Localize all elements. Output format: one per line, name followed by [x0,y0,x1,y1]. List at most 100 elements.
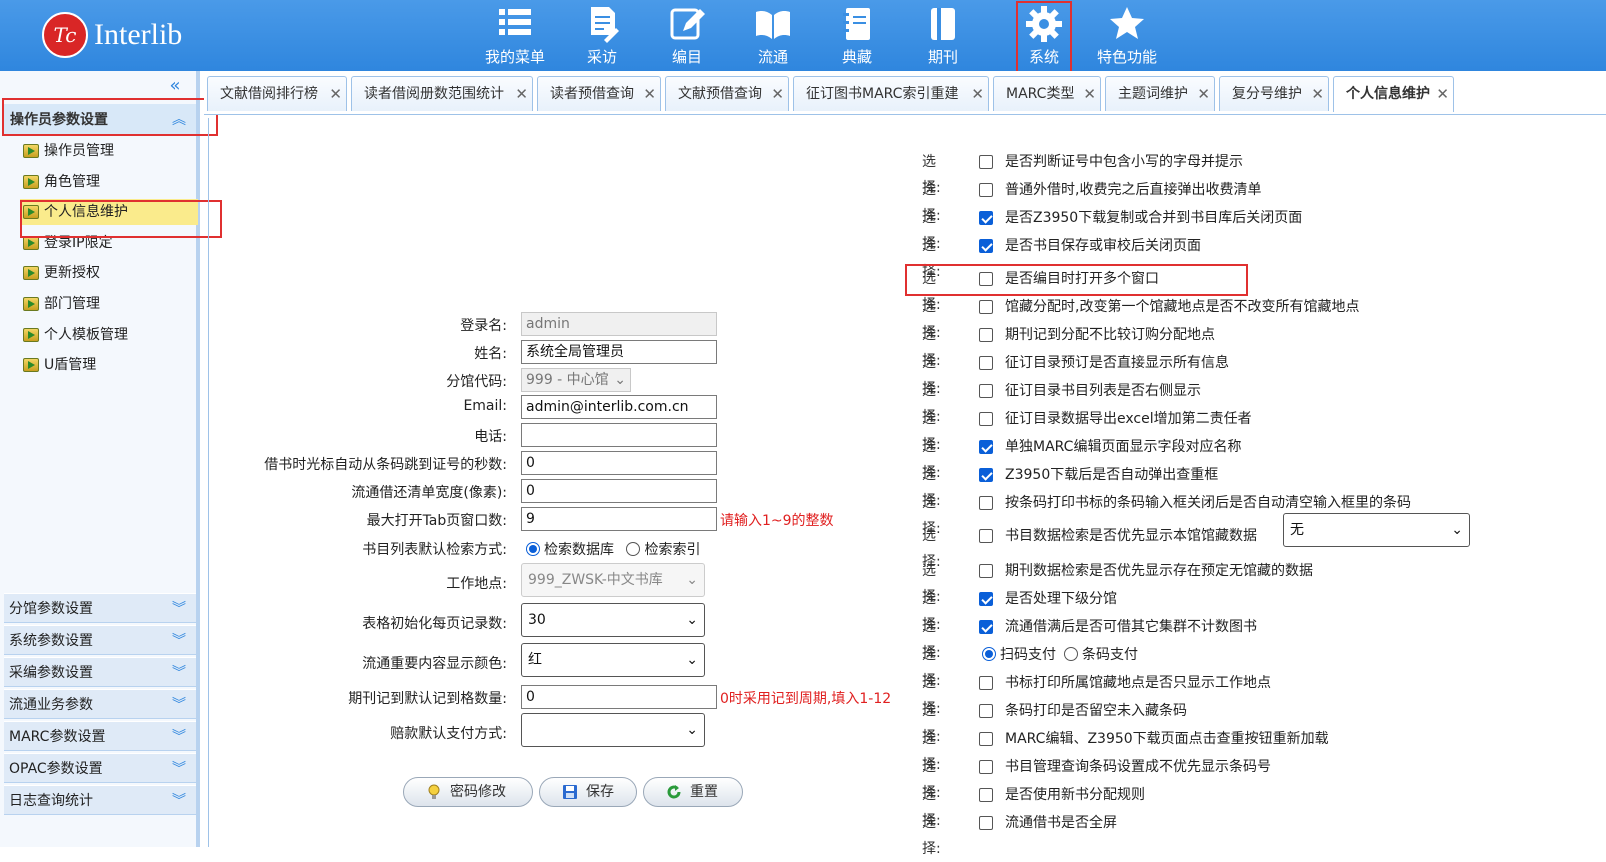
close-icon[interactable]: ✕ [971,77,984,111]
option-checkbox[interactable] [979,704,993,718]
save-button[interactable]: 保存 [539,777,637,807]
option-checkbox[interactable] [979,384,993,398]
chevron-down-icon: ⌄ [686,612,698,628]
nav-system[interactable]: 系统 [1009,2,1079,68]
sidebar-group-opac[interactable]: OPAC参数设置 ︾ [4,753,196,783]
tab-marc-type[interactable]: MARC类型 ✕ [993,76,1101,111]
option-checkbox[interactable] [979,272,993,286]
option-checkbox[interactable] [979,155,993,169]
close-icon[interactable]: ✕ [1083,77,1096,111]
sidebar-item-role-management[interactable]: 角色管理 [20,169,198,195]
sidebar-item-usb-key[interactable]: U盾管理 [20,352,198,378]
option-checkbox[interactable] [979,676,993,690]
option-checkbox[interactable] [979,300,993,314]
highlight-color-select[interactable]: 红 ⌄ [521,643,705,677]
close-icon[interactable]: ✕ [329,77,342,111]
tab-marc-index-rebuild[interactable]: 征订图书MARC索引重建 ✕ [793,76,989,111]
option-checkbox[interactable] [979,592,993,606]
pencil-square-icon [670,8,705,40]
name-field[interactable]: 系统全局管理员 [521,340,717,364]
nav-acquisition[interactable]: 采访 [567,2,637,68]
option-label: 馆藏分配时,改变第一个馆藏地点是否不改变所有馆藏地点 [1005,299,1360,315]
close-icon[interactable]: ✕ [1436,77,1449,111]
close-icon[interactable]: ✕ [515,77,528,111]
option-checkbox[interactable] [979,328,993,342]
email-field[interactable]: admin@interlib.com.cn [521,395,717,419]
sidebar-section-operator-params[interactable]: 操作员参数设置 ︽ [4,104,196,136]
option-checkbox[interactable] [979,496,993,510]
nav-periodicals[interactable]: 期刊 [908,2,978,68]
nav-cataloging[interactable]: 编目 [652,2,722,68]
option-checkbox[interactable] [979,760,993,774]
tab-reader-reserve-query[interactable]: 读者预借查询 ✕ [537,76,661,111]
sidebar-item-update-license[interactable]: 更新授权 [20,260,198,286]
option-checkbox[interactable] [979,732,993,746]
page-size-select[interactable]: 30 ⌄ [521,603,705,637]
payment-method-select[interactable]: ⌄ [521,713,705,747]
option-checkbox[interactable] [979,211,993,225]
phone-field[interactable] [521,423,717,447]
sidebar-item-personal-info[interactable]: 个人信息维护 [20,199,198,225]
option-checkbox[interactable] [979,412,993,426]
folder-arrow-icon [23,328,39,342]
chevron-up-icon: ︽ [172,112,186,128]
sidebar-item-department[interactable]: 部门管理 [20,291,198,317]
nav-collection[interactable]: 典藏 [822,2,892,68]
option-checkbox[interactable] [979,620,993,634]
tab-subdivision-numbers[interactable]: 复分号维护 ✕ [1219,76,1329,111]
floppy-disk-icon [563,785,577,799]
change-password-button[interactable]: 密码修改 [403,777,533,807]
sidebar-group-marc[interactable]: MARC参数设置 ︾ [4,721,196,751]
close-icon[interactable]: ✕ [1311,77,1324,111]
collapse-sidebar-icon[interactable]: « [160,75,190,96]
search-db-radio[interactable] [526,542,540,556]
option-checkbox[interactable] [979,788,993,802]
scan-pay-radio[interactable] [982,647,996,661]
option-checkbox[interactable] [979,239,993,253]
local-holdings-value: 无 [1290,522,1304,538]
close-icon[interactable]: ✕ [771,77,784,111]
sidebar-group-system[interactable]: 系统参数设置 ︾ [4,625,196,655]
list-width-label: 流通借还清单宽度(像素): [351,485,507,501]
option-checkbox[interactable] [979,816,993,830]
tab-borrow-ranking[interactable]: 文献借阅排行榜 ✕ [207,76,347,111]
nav-label: 期刊 [927,48,958,66]
max-tab-field[interactable]: 9 [521,507,717,531]
sidebar-group-circulation[interactable]: 流通业务参数 ︾ [4,689,196,719]
sidebar-group-acq-cat[interactable]: 采编参数设置 ︾ [4,657,196,687]
nav-my-menu[interactable]: 我的菜单 [480,2,550,68]
sidebar-item-login-ip[interactable]: 登录IP限定 [20,230,198,256]
local-holdings-select[interactable]: 无 ⌄ [1283,513,1470,547]
search-index-radio[interactable] [626,542,641,556]
sidebar-item-personal-template[interactable]: 个人模板管理 [20,322,198,348]
branch-label: 分馆代码: [446,374,507,390]
nav-special-features[interactable]: 特色功能 [1092,2,1162,68]
close-icon[interactable]: ✕ [1197,77,1210,111]
close-icon[interactable]: ✕ [643,77,656,111]
sidebar-group-log[interactable]: 日志查询统计 ︾ [4,785,196,815]
login-name-field: admin [521,312,717,336]
nav-circulation[interactable]: 流通 [738,2,808,68]
tab-doc-reserve-query[interactable]: 文献预借查询 ✕ [665,76,789,111]
tab-reader-borrow-stats[interactable]: 读者借阅册数范围统计 ✕ [351,76,533,111]
chevron-down-icon: ︾ [172,761,186,777]
option-checkbox[interactable] [979,356,993,370]
periodical-count-field[interactable]: 0 [521,685,717,709]
barcode-seconds-field[interactable]: 0 [521,451,717,475]
barcode-pay-radio[interactable] [1064,647,1078,661]
option-checkbox[interactable] [979,440,993,454]
option-checkbox[interactable] [979,183,993,197]
nav-label: 采访 [586,48,617,66]
option-label: 流通借满后是否可借其它集群不计数图书 [1005,619,1257,635]
tab-personal-info[interactable]: 个人信息维护 ✕ [1333,76,1454,112]
option-checkbox[interactable] [979,564,993,578]
reset-button[interactable]: 重置 [643,777,743,807]
max-tab-hint: 请输入1~9的整数 [720,513,834,529]
option-checkbox[interactable] [979,529,993,543]
option-label: 期刊记到分配不比较订购分配地点 [1005,327,1215,343]
list-width-field[interactable]: 0 [521,479,717,503]
sidebar-group-branch[interactable]: 分馆参数设置 ︾ [4,593,196,623]
option-checkbox[interactable] [979,468,993,482]
sidebar-item-operator-management[interactable]: 操作员管理 [20,138,198,164]
tab-subject-terms[interactable]: 主题词维护 ✕ [1105,76,1215,111]
